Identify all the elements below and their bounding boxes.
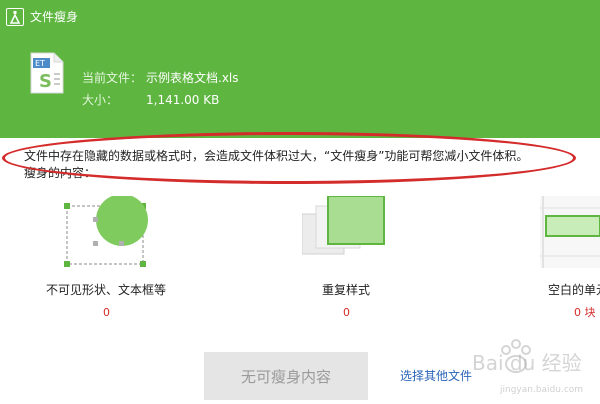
hidden-shapes-icon (64, 194, 154, 272)
duplicate-styles-label: 重复样式 (322, 283, 371, 297)
app-logo-icon (6, 8, 24, 26)
header-banner: 文件瘦身 ET S 当前文件： 示例表格文档.xls 大小： 1,141.00 … (0, 0, 600, 138)
no-content-button[interactable]: 无可瘦身内容 (204, 352, 368, 400)
description: 文件中存在隐藏的数据或格式时，会造成文件体积过大，“文件瘦身”功能可帮您减小文件… (24, 148, 584, 182)
current-file-label: 当前文件： (82, 71, 143, 85)
watermark-url: jingyan.baidu.com (499, 385, 583, 395)
hidden-shapes-label: 不可见形状、文本框等 (46, 283, 167, 297)
file-size-value: 1,141.00 KB (146, 93, 220, 107)
file-size-label: 大小： (82, 93, 119, 107)
duplicate-styles-count: 0 (343, 306, 350, 319)
description-text: 文件中存在隐藏的数据或格式时，会造成文件体积过大，“文件瘦身”功能可帮您减小文件… (24, 149, 529, 163)
watermark-text: Bai du 经验 (472, 351, 582, 375)
file-icon-badge: ET (35, 59, 45, 68)
select-other-file-link[interactable]: 选择其他文件 (400, 368, 472, 384)
hidden-shapes-count: 0 (103, 306, 110, 319)
window-title: 文件瘦身 (30, 10, 79, 24)
blank-cells-count: 0 块 (574, 306, 596, 319)
blank-cells-icon (540, 196, 600, 272)
blank-cells-label: 空白的单元 (548, 283, 600, 297)
slim-content-heading: 瘦身的内容： (24, 166, 97, 180)
current-file-name: 示例表格文档.xls (146, 71, 239, 85)
svg-text:S: S (39, 71, 52, 92)
baidu-watermark-icon: Bai du 经验 jingyan.baidu.com (470, 330, 600, 400)
spreadsheet-file-icon: ET S (30, 52, 64, 94)
duplicate-styles-icon (301, 195, 388, 272)
